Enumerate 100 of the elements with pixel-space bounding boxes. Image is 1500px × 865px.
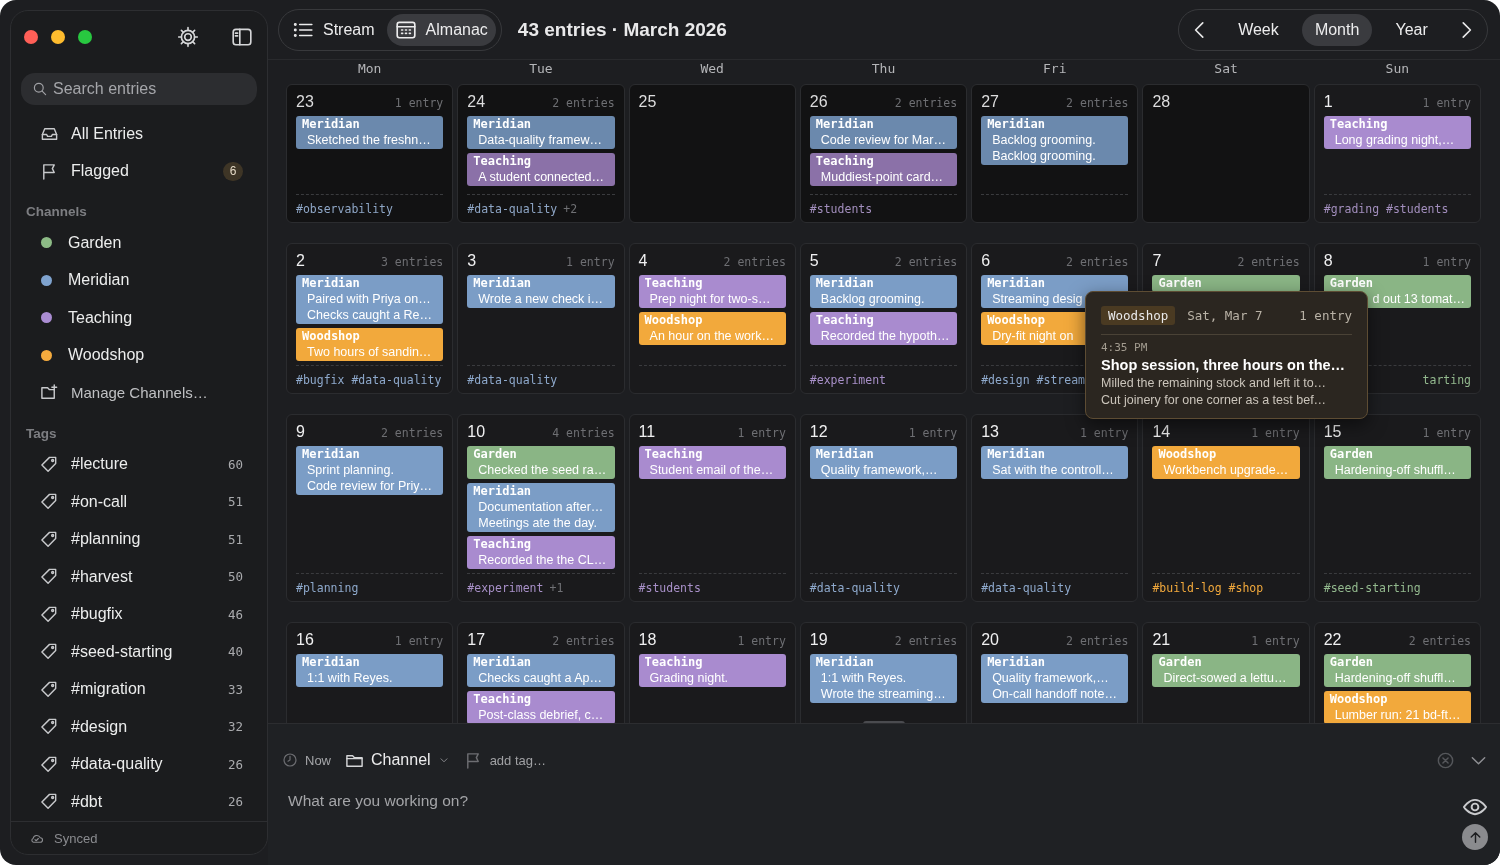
range-tab[interactable]: Week	[1225, 13, 1292, 46]
channel-item[interactable]: Teaching	[11, 299, 267, 337]
more-tags-count: +2	[563, 202, 578, 216]
day-number: 25	[638, 93, 657, 111]
tag-item[interactable]: #seed-starting 40	[11, 633, 267, 671]
day-cell[interactable]: 26 2 entries Meridian Code review for Mar… Teaching Muddiest-point card… #students	[799, 84, 968, 223]
day-cell[interactable]: 1 1 entry Teaching Long grading night,… #grading #students	[1313, 84, 1481, 223]
channel-item[interactable]: Woodshop	[11, 336, 267, 374]
entry-text: Code review for Mar…	[819, 132, 946, 148]
sidebar-item[interactable]: Flagged 6	[11, 152, 267, 190]
day-cell[interactable]: 9 2 entries Meridian Sprint planning. Code review for Priy… #planning	[286, 414, 454, 602]
channel-label: Woodshop	[1329, 691, 1388, 707]
entry-count: 2 entries	[1408, 634, 1471, 648]
tag-list: #data-quality	[467, 373, 558, 387]
entry-text: Quality framework,…	[991, 670, 1109, 686]
tag-count: 33	[227, 681, 243, 697]
day-cell[interactable]: 25	[628, 84, 796, 223]
search-field[interactable]: Search entries	[21, 73, 257, 105]
range-tab[interactable]: Month	[1301, 13, 1373, 46]
channel-label: Teaching	[473, 153, 532, 169]
channel-item[interactable]: Garden	[11, 224, 267, 262]
entry-text: Meetings ate the day.	[477, 515, 597, 531]
day-cell[interactable]: 21 1 entry Garden Direct-sowed a lettu…	[1142, 622, 1310, 723]
day-cell[interactable]: 19 2 entries Meridian 1:1 with Reyes. Wrote the streaming…	[799, 622, 968, 723]
entry-text: Workbench upgrade…	[1162, 462, 1289, 478]
entry-text: 1:1 with Reyes.	[819, 670, 907, 686]
tag-item[interactable]: #on-call 51	[11, 483, 267, 521]
tag-item[interactable]: #migration 33	[11, 670, 267, 708]
day-cell[interactable]: 3 1 entry Meridian Wrote a new check i… #data-quality	[457, 243, 625, 394]
tag-icon	[40, 604, 59, 624]
tag-item[interactable]: #harvest 50	[11, 558, 267, 596]
channel-label: Meridian	[987, 654, 1045, 670]
entry-text: A student connected…	[477, 169, 605, 185]
entry-chip[interactable]: Teaching A student connected…	[467, 153, 615, 186]
entry-count: 2 entries	[894, 96, 958, 110]
entry-chip[interactable]: Meridian Backlog grooming. Backlog grooming.	[981, 116, 1129, 165]
window-control[interactable]	[78, 30, 92, 44]
tag-field[interactable]: add tag…	[489, 752, 590, 768]
tag-list: #bugfix #data-quality	[296, 373, 442, 387]
tag-item[interactable]: #bugfix 46	[11, 595, 267, 633]
settings-icon[interactable]	[177, 26, 199, 48]
window-control[interactable]	[51, 30, 65, 44]
tag-item[interactable]: #planning 51	[11, 520, 267, 558]
day-cell[interactable]: 18 1 entry Teaching Grading night.	[628, 622, 796, 723]
day-cell[interactable]: 13 1 entry Meridian Sat with the controll… #data-quality	[971, 414, 1139, 602]
day-cell[interactable]: 16 1 entry Meridian 1:1 with Reyes.	[286, 622, 454, 723]
tag-item[interactable]: #lecture 60	[11, 445, 267, 483]
channel-label: Meridian	[302, 654, 360, 670]
day-number: 2	[296, 252, 305, 270]
tag-item[interactable]: #data-quality 26	[11, 745, 267, 783]
view-tab[interactable]: Almanac	[386, 13, 496, 46]
tag-item[interactable]: #dbt 26	[11, 783, 267, 821]
tag-list: #students	[809, 202, 873, 216]
time-button[interactable]: Now	[282, 752, 331, 768]
entry-chip[interactable]: Teaching Muddiest-point card…	[809, 153, 958, 186]
entry-text: Checked the seed ra…	[477, 462, 607, 478]
sidebar-item[interactable]: All Entries	[11, 115, 267, 153]
entry-text: Hardening-off shuffl…	[1333, 462, 1456, 478]
range-tab[interactable]: Year	[1382, 13, 1441, 46]
entry-chip[interactable]: Meridian Sketched the freshn…	[296, 116, 444, 149]
day-number: 26	[809, 93, 828, 111]
day-cell[interactable]: 27 2 entries Meridian Backlog grooming. Backlog grooming.	[971, 84, 1139, 223]
channel-dropdown[interactable]: Channel	[345, 750, 450, 770]
channel-label: Meridian	[302, 116, 360, 132]
channel-label: Garden	[1329, 446, 1374, 462]
day-cell[interactable]: 11 1 entry Teaching Student email of the… #students	[628, 414, 796, 602]
day-cell[interactable]: 20 2 entries Meridian Quality framework,… On-call handoff note…	[971, 622, 1139, 723]
tag-item[interactable]: #design 32	[11, 708, 267, 746]
entry-count: 4 entries	[552, 426, 615, 440]
channel-label: Meridian	[302, 275, 360, 291]
entry-count: 2 entries	[1066, 96, 1129, 110]
day-cell[interactable]: 24 2 entries Meridian Data-quality framew… Teaching A student connected… #data-quality +2	[457, 84, 625, 223]
sidebar-toggle-icon[interactable]	[231, 26, 253, 48]
tag-icon	[40, 492, 59, 512]
window-control[interactable]	[24, 30, 38, 44]
channel-label: Meridian	[473, 483, 532, 499]
entry-count: 2 entries	[380, 426, 444, 440]
entry-count: 2 entries	[894, 255, 958, 269]
entry-chip[interactable]: Meridian Data-quality framew…	[467, 116, 615, 149]
entry-count: 2 entries	[1237, 255, 1300, 269]
calendar-icon	[394, 18, 417, 41]
channel-label: Meridian	[815, 654, 874, 670]
tag-list: #data-quality	[981, 581, 1072, 595]
tag-list: #design #stream	[981, 373, 1085, 387]
day-cell[interactable]: 12 1 entry Meridian Quality framework,… #data-quality	[799, 414, 968, 602]
view-tab[interactable]: Stream	[284, 13, 383, 46]
day-cell[interactable]: 28	[1142, 84, 1310, 223]
channel-item[interactable]: Meridian	[11, 261, 267, 299]
entry-chip[interactable]: Meridian Code review for Mar…	[809, 116, 958, 149]
note-field[interactable]: What are you working on?	[282, 786, 1462, 832]
day-cell[interactable]: 15 1 entry Garden Hardening-off shuffl… #seed-starting	[1313, 414, 1481, 602]
send-button[interactable]	[1462, 824, 1488, 850]
entry-text: Backlog grooming.	[991, 132, 1096, 148]
day-number: 16	[296, 631, 314, 649]
day-cell[interactable]: 23 1 entry Meridian Sketched the freshn… #observability	[286, 84, 454, 223]
entry-count: 1 entry	[1422, 96, 1471, 110]
channel-label: Teaching	[815, 312, 874, 328]
entry-count: 1 entry	[1251, 426, 1300, 440]
tag-count: 32	[227, 719, 243, 735]
manage-channels-item[interactable]: Manage Channels…	[11, 374, 267, 412]
